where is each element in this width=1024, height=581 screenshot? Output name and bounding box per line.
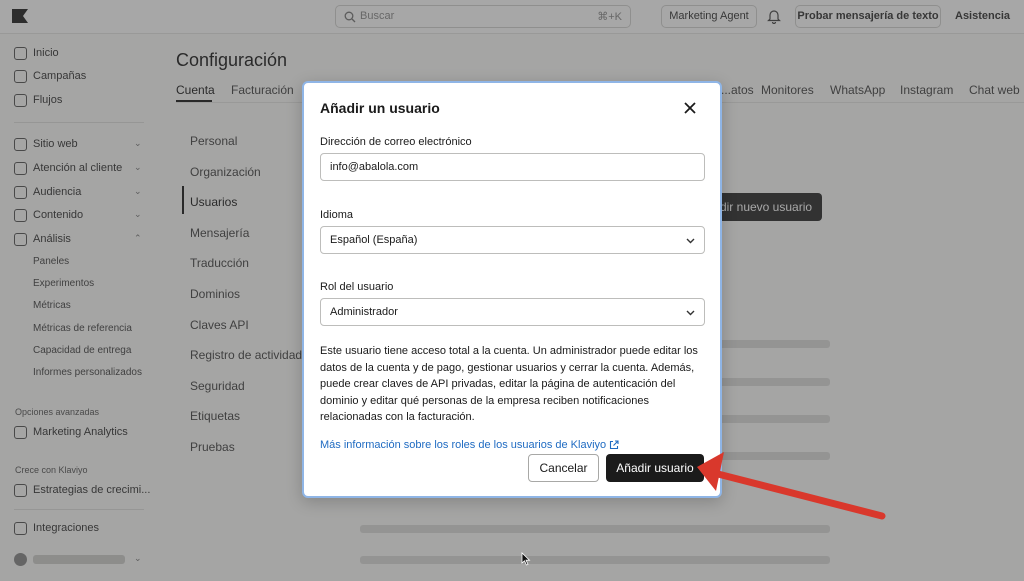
role-select[interactable]: Administrador: [320, 298, 705, 326]
add-user-dialog: Añadir un usuario Dirección de correo el…: [302, 81, 722, 498]
dialog-title: Añadir un usuario: [320, 100, 440, 116]
roles-info-link-text: Más información sobre los roles de los u…: [320, 439, 607, 451]
external-link-icon: [610, 440, 619, 450]
chevron-down-icon: [686, 238, 695, 244]
mouse-cursor-icon: [521, 552, 531, 566]
role-label: Rol del usuario: [320, 281, 394, 293]
email-label: Dirección de correo electrónico: [320, 136, 472, 148]
role-description: Este usuario tiene acceso total a la cue…: [320, 345, 698, 424]
add-user-button[interactable]: Añadir usuario: [606, 454, 704, 482]
chevron-down-icon: [686, 310, 695, 316]
close-icon[interactable]: [682, 100, 698, 116]
language-value: Español (España): [330, 234, 418, 246]
email-field[interactable]: info@abalola.com: [320, 153, 705, 181]
roles-info-link[interactable]: Más información sobre los roles de los u…: [320, 439, 619, 451]
email-value: info@abalola.com: [330, 161, 419, 173]
language-label: Idioma: [320, 209, 354, 221]
role-value: Administrador: [330, 306, 398, 318]
language-select[interactable]: Español (España): [320, 226, 705, 254]
cancel-button[interactable]: Cancelar: [528, 454, 599, 482]
